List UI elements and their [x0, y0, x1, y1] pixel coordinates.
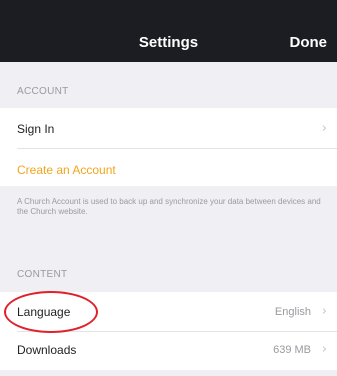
downloads-row[interactable]: Downloads 639 MB › — [0, 331, 337, 368]
language-label: Language — [17, 304, 71, 319]
chevron-right-icon: › — [321, 342, 327, 357]
chevron-right-icon: › — [321, 121, 327, 136]
create-account-link[interactable]: Create an Account — [17, 163, 116, 177]
chevron-right-icon: › — [321, 304, 327, 319]
page-title: Settings — [138, 34, 199, 51]
navigation-bar: Settings Done — [0, 0, 337, 62]
account-footer-note: A Church Account is used to back up and … — [17, 197, 321, 216]
content-section-header: CONTENT — [17, 269, 68, 280]
downloads-value: 639 MB — [273, 343, 311, 356]
account-group: Sign In › Create an Account — [0, 108, 337, 186]
create-account-row[interactable]: Create an Account — [0, 151, 337, 188]
content-group: Language English › Downloads 639 MB › — [0, 292, 337, 370]
language-value: English — [274, 305, 311, 318]
sign-in-label: Sign In — [17, 121, 55, 136]
divider — [17, 148, 337, 149]
language-row[interactable]: Language English › — [0, 293, 337, 330]
sign-in-row[interactable]: Sign In › — [0, 110, 337, 147]
downloads-label: Downloads — [17, 342, 77, 357]
account-section-header: ACCOUNT — [17, 86, 69, 97]
done-button[interactable]: Done — [290, 34, 328, 51]
